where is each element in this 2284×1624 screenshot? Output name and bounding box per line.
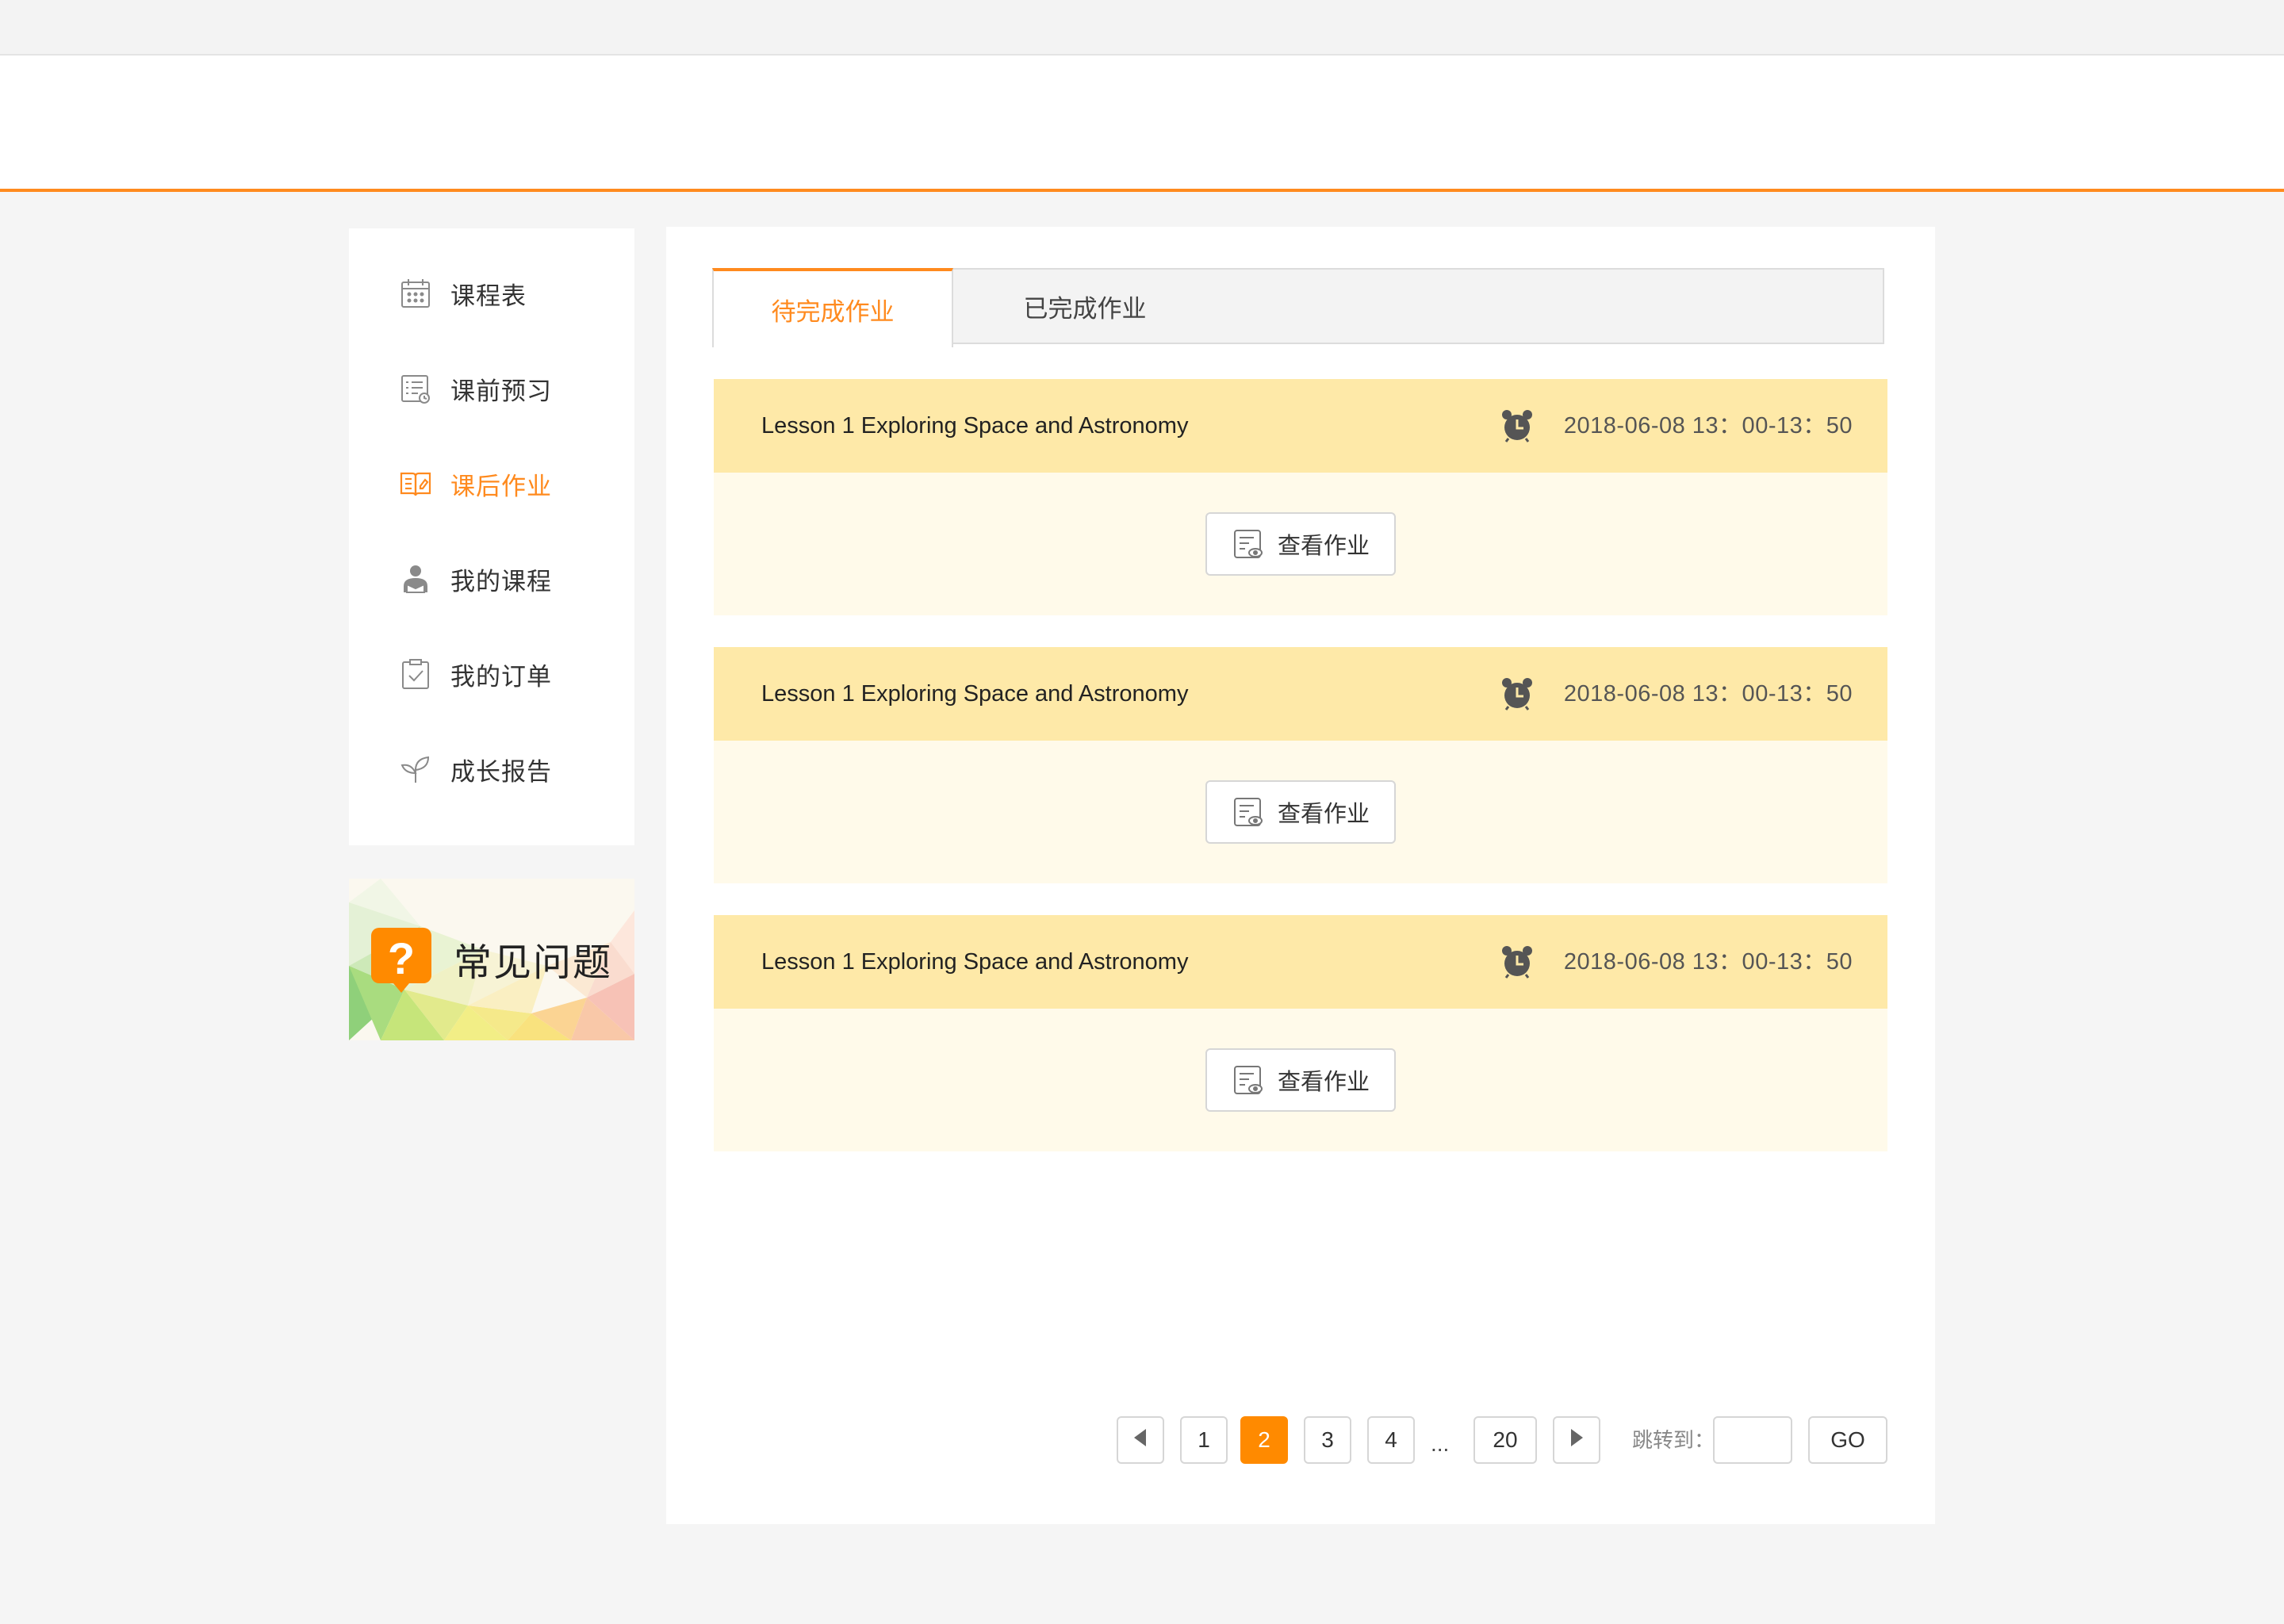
- jump-page-input[interactable]: [1713, 1416, 1792, 1464]
- lesson-title: Lesson 1 Exploring Space and Astronomy: [761, 681, 1189, 707]
- pagination-ellipsis: ...: [1431, 1431, 1450, 1456]
- pagination-page[interactable]: 3: [1304, 1416, 1351, 1464]
- pagination-page-current[interactable]: 2: [1240, 1416, 1288, 1464]
- svg-text:?: ?: [388, 933, 415, 983]
- question-bubble-icon: ?: [370, 928, 436, 998]
- clipboard-check-icon: [398, 657, 433, 691]
- sidebar-item-label: 我的课程: [450, 567, 552, 596]
- sidebar-item-label: 我的订单: [450, 662, 552, 691]
- list-clock-icon: [398, 371, 433, 406]
- view-homework-label: 查看作业: [1277, 534, 1370, 559]
- tab-pending-homework[interactable]: 待完成作业: [712, 268, 953, 347]
- browser-top-bar: [0, 0, 2284, 56]
- sidebar-item-growth-report[interactable]: 成长报告: [398, 745, 552, 793]
- go-button[interactable]: GO: [1808, 1416, 1887, 1464]
- homework-card: Lesson 1 Exploring Space and Astronomy 2…: [714, 379, 1887, 615]
- sidebar-item-homework[interactable]: 课后作业: [398, 460, 552, 508]
- view-homework-label: 查看作业: [1277, 1070, 1370, 1095]
- pagination-page[interactable]: 4: [1367, 1416, 1415, 1464]
- lesson-title: Lesson 1 Exploring Space and Astronomy: [761, 949, 1189, 975]
- calendar-icon: [398, 276, 433, 311]
- pagination-page[interactable]: 1: [1180, 1416, 1228, 1464]
- faq-banner[interactable]: ? 常见问题: [349, 879, 634, 1040]
- homework-card-header: Lesson 1 Exploring Space and Astronomy 2…: [714, 647, 1887, 741]
- lesson-time: 2018-06-08 13：00-13：50: [1563, 413, 1853, 439]
- lesson-time: 2018-06-08 13：00-13：50: [1563, 681, 1853, 707]
- alarm-clock-icon: [1500, 945, 1534, 979]
- view-homework-label: 查看作业: [1277, 802, 1370, 827]
- sidebar-item-label: 课程表: [450, 282, 527, 310]
- view-homework-button[interactable]: 查看作业: [1205, 512, 1396, 576]
- main-content: 待完成作业 已完成作业 Lesson 1 Exploring Space and…: [666, 227, 1935, 1524]
- student-icon: [398, 561, 433, 596]
- sidebar-item-my-courses[interactable]: 我的课程: [398, 555, 552, 603]
- sidebar-item-label: 课后作业: [450, 472, 552, 500]
- document-view-icon: [1232, 795, 1265, 829]
- pagination-page-last[interactable]: 20: [1473, 1416, 1537, 1464]
- document-view-icon: [1232, 1063, 1265, 1097]
- sidebar-nav: 课程表 课前预习 课后作业 我的课程 我的订单 成长报告: [349, 228, 634, 845]
- view-homework-button[interactable]: 查看作业: [1205, 780, 1396, 844]
- triangle-left-icon: [1132, 1427, 1149, 1454]
- lesson-time: 2018-06-08 13：00-13：50: [1563, 949, 1853, 975]
- sidebar-item-label: 课前预习: [450, 377, 552, 405]
- triangle-right-icon: [1568, 1427, 1585, 1454]
- tab-completed-homework[interactable]: 已完成作业: [953, 270, 1217, 343]
- alarm-clock-icon: [1500, 677, 1534, 710]
- homework-tabs: 待完成作业 已完成作业: [712, 268, 1884, 347]
- jump-to-label: 跳转到：: [1632, 1428, 1715, 1452]
- sprout-icon: [398, 752, 433, 787]
- pagination-next-button[interactable]: [1553, 1416, 1600, 1464]
- homework-card-header: Lesson 1 Exploring Space and Astronomy 2…: [714, 379, 1887, 473]
- sidebar-item-my-orders[interactable]: 我的订单: [398, 650, 552, 698]
- homework-card: Lesson 1 Exploring Space and Astronomy 2…: [714, 915, 1887, 1151]
- document-view-icon: [1232, 527, 1265, 561]
- sidebar-item-preview[interactable]: 课前预习: [398, 365, 552, 412]
- faq-label: 常见问题: [454, 942, 613, 984]
- open-book-icon: [398, 466, 433, 501]
- homework-card: Lesson 1 Exploring Space and Astronomy 2…: [714, 647, 1887, 883]
- alarm-clock-icon: [1500, 409, 1534, 442]
- view-homework-button[interactable]: 查看作业: [1205, 1048, 1396, 1112]
- pagination-prev-button[interactable]: [1117, 1416, 1164, 1464]
- lesson-title: Lesson 1 Exploring Space and Astronomy: [761, 413, 1189, 439]
- sidebar-item-schedule[interactable]: 课程表: [398, 270, 527, 317]
- sidebar-item-label: 成长报告: [450, 757, 552, 786]
- homework-card-header: Lesson 1 Exploring Space and Astronomy 2…: [714, 915, 1887, 1009]
- site-header: [0, 56, 2284, 192]
